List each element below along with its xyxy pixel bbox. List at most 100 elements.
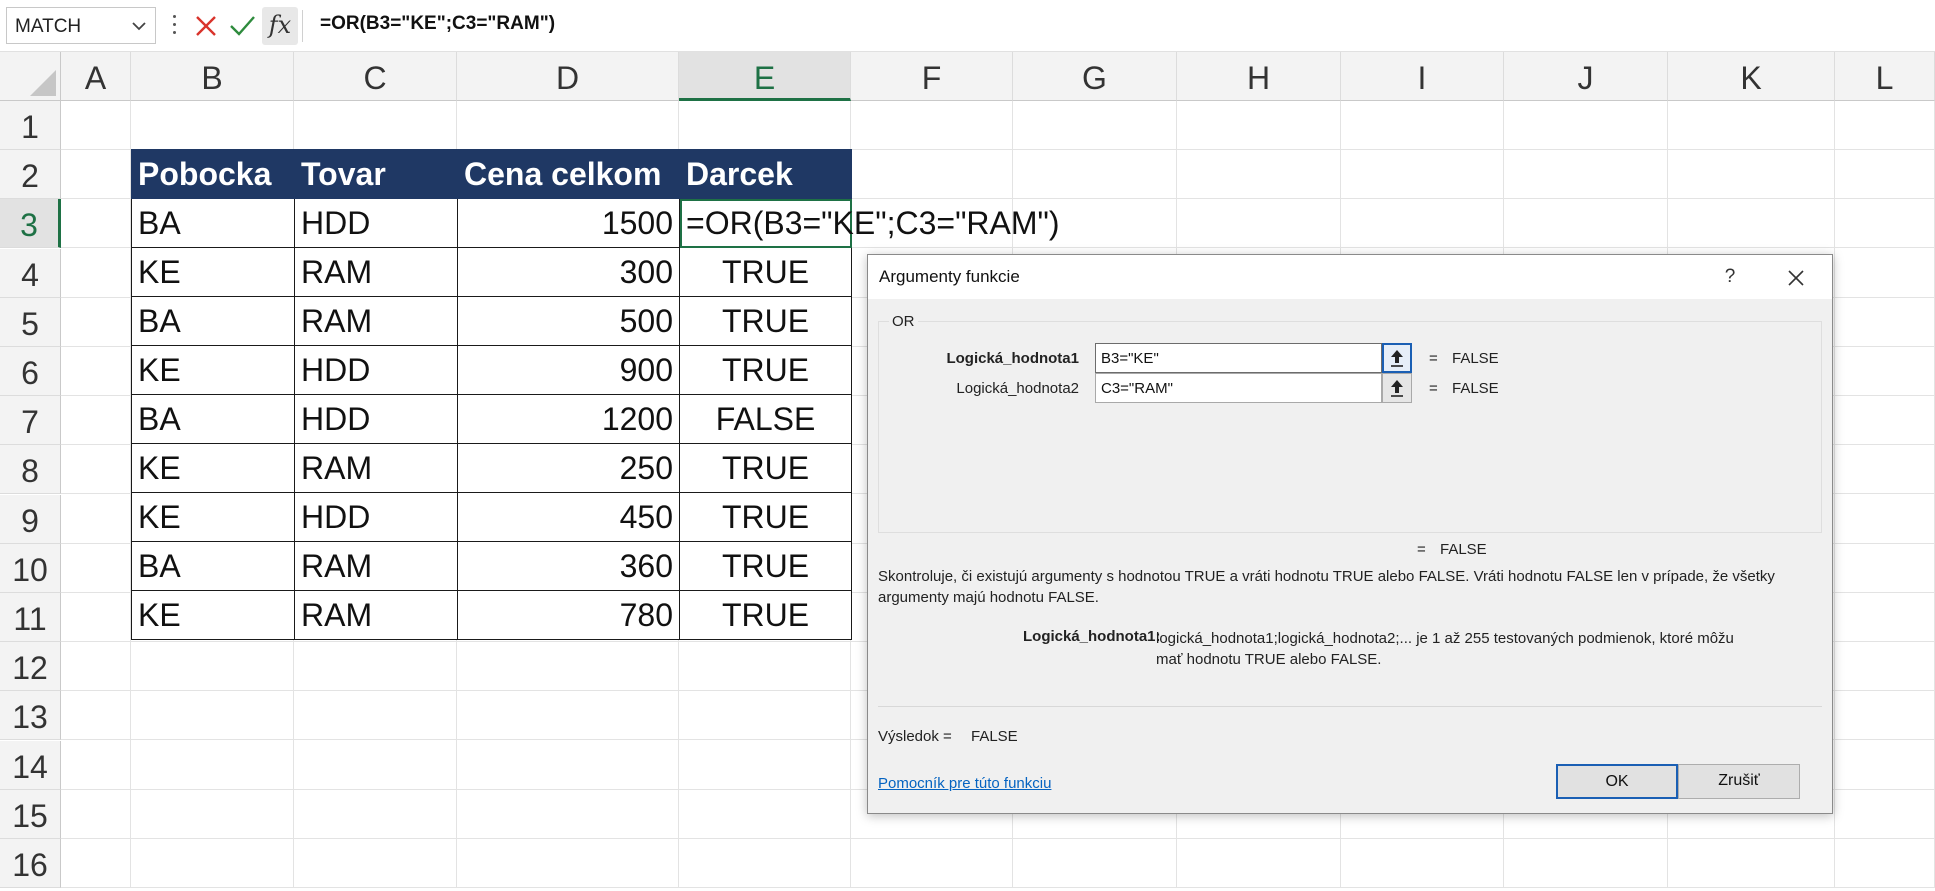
confirm-entry-icon[interactable] <box>227 11 257 41</box>
row-header-4[interactable]: 4 <box>0 248 61 298</box>
row-header-2[interactable]: 2 <box>0 150 61 200</box>
table-cell[interactable]: 360 <box>457 541 680 591</box>
column-header-j[interactable]: J <box>1504 52 1668 101</box>
select-all-corner[interactable] <box>0 52 61 101</box>
table-cell[interactable]: HDD <box>294 394 458 444</box>
row-header-14[interactable]: 14 <box>0 740 61 790</box>
table-row: BA RAM 360 TRUE <box>131 541 852 591</box>
row-header-8[interactable]: 8 <box>0 445 61 495</box>
row-header-10[interactable]: 10 <box>0 543 61 593</box>
table-cell[interactable]: TRUE <box>679 296 852 346</box>
table-cell[interactable]: HDD <box>294 492 458 542</box>
arg2-collapse-button[interactable] <box>1382 373 1412 403</box>
gridline-horizontal <box>61 837 1935 839</box>
row-header-15[interactable]: 15 <box>0 789 61 839</box>
total-result: FALSE <box>1440 541 1487 558</box>
column-header-d[interactable]: D <box>457 52 679 101</box>
function-help-link[interactable]: Pomocník pre túto funkciu <box>878 775 1051 792</box>
total-equals: = <box>1417 541 1426 558</box>
column-header-a[interactable]: A <box>61 52 131 101</box>
row-header-5[interactable]: 5 <box>0 297 61 347</box>
formula-input[interactable]: =OR(B3="KE";C3="RAM") <box>320 13 555 35</box>
table-cell[interactable]: RAM <box>294 247 458 297</box>
table-cell[interactable]: HDD <box>294 345 458 395</box>
table-cell[interactable]: KE <box>131 247 295 297</box>
table-cell[interactable]: TRUE <box>679 541 852 591</box>
table-cell[interactable]: 500 <box>457 296 680 346</box>
row-header-3[interactable]: 3 <box>0 199 61 249</box>
column-header-i[interactable]: I <box>1341 52 1504 101</box>
table-cell[interactable]: 300 <box>457 247 680 297</box>
column-header-k[interactable]: K <box>1668 52 1835 101</box>
table-cell[interactable]: BA <box>131 296 295 346</box>
arg1-collapse-button[interactable] <box>1382 343 1412 373</box>
table-cell[interactable]: HDD <box>294 198 458 248</box>
name-box[interactable]: MATCH <box>6 7 156 44</box>
table-cell[interactable]: TRUE <box>679 590 852 640</box>
insert-function-button[interactable]: fx <box>262 7 298 45</box>
table-cell[interactable]: 780 <box>457 590 680 640</box>
dialog-divider <box>878 706 1822 707</box>
column-header-f[interactable]: F <box>851 52 1013 101</box>
help-icon[interactable]: ? <box>1716 263 1744 291</box>
more-options-icon[interactable] <box>170 10 178 40</box>
chevron-down-icon[interactable] <box>131 20 147 32</box>
table-cell[interactable]: RAM <box>294 590 458 640</box>
table-cell[interactable]: BA <box>131 394 295 444</box>
close-icon[interactable] <box>1781 263 1811 293</box>
table-cell[interactable]: 450 <box>457 492 680 542</box>
table-cell[interactable]: 1500 <box>457 198 680 248</box>
row-header-1[interactable]: 1 <box>0 101 61 150</box>
arg2-label: Logická_hodnota2 <box>956 380 1079 397</box>
column-header-e[interactable]: E <box>679 52 851 101</box>
table-cell[interactable]: TRUE <box>679 247 852 297</box>
header-cena-celkom[interactable]: Cena celkom <box>457 149 680 199</box>
table-cell[interactable]: FALSE <box>679 394 852 444</box>
formula-bar-divider <box>302 10 303 42</box>
table-cell[interactable]: KE <box>131 345 295 395</box>
row-header-7[interactable]: 7 <box>0 396 61 446</box>
column-header-b[interactable]: B <box>131 52 294 101</box>
table-cell[interactable]: BA <box>131 198 295 248</box>
table-cell[interactable]: TRUE <box>679 443 852 493</box>
row-header-16[interactable]: 16 <box>0 839 61 888</box>
row-header-11[interactable]: 11 <box>0 593 61 642</box>
column-header-h[interactable]: H <box>1177 52 1341 101</box>
table-cell[interactable]: RAM <box>294 443 458 493</box>
column-header-g[interactable]: G <box>1013 52 1177 101</box>
table-row: KE HDD 450 TRUE <box>131 492 852 542</box>
column-header-l[interactable]: L <box>1835 52 1935 101</box>
table-cell[interactable]: KE <box>131 492 295 542</box>
row-header-9[interactable]: 9 <box>0 494 61 544</box>
cancel-entry-icon[interactable] <box>191 11 221 41</box>
table-cell[interactable]: 250 <box>457 443 680 493</box>
table-cell[interactable]: KE <box>131 590 295 640</box>
cancel-button[interactable]: Zrušiť <box>1678 764 1800 799</box>
header-darcek[interactable]: Darcek <box>679 149 852 199</box>
table-cell[interactable]: KE <box>131 443 295 493</box>
table-row: KE RAM 780 TRUE <box>131 590 852 640</box>
arg1-input[interactable] <box>1095 343 1382 373</box>
column-header-c[interactable]: C <box>294 52 457 101</box>
row-header-6[interactable]: 6 <box>0 347 61 396</box>
ok-button[interactable]: OK <box>1556 764 1678 799</box>
arg1-result: FALSE <box>1452 350 1499 367</box>
header-tovar[interactable]: Tovar <box>294 149 458 199</box>
function-arguments-dialog: Argumenty funkcie ? Logická_hodnota1 = F… <box>867 254 1833 814</box>
arg2-input[interactable] <box>1095 373 1382 403</box>
table-cell[interactable]: TRUE <box>679 492 852 542</box>
cell-edit-text[interactable]: =OR(B3="KE";C3="RAM") <box>686 205 1060 242</box>
table-cell[interactable]: TRUE <box>679 345 852 395</box>
table-cell[interactable]: RAM <box>294 541 458 591</box>
table-cell[interactable]: BA <box>131 541 295 591</box>
table-header-row: Pobocka Tovar Cena celkom Darcek <box>131 149 852 199</box>
row-header-13[interactable]: 13 <box>0 691 61 741</box>
arg1-label: Logická_hodnota1 <box>946 350 1079 367</box>
result-value: FALSE <box>971 728 1018 745</box>
header-pobocka[interactable]: Pobocka <box>131 149 295 199</box>
table-row: KE HDD 900 TRUE <box>131 345 852 395</box>
table-cell[interactable]: RAM <box>294 296 458 346</box>
row-header-12[interactable]: 12 <box>0 642 61 692</box>
table-cell[interactable]: 1200 <box>457 394 680 444</box>
table-cell[interactable]: 900 <box>457 345 680 395</box>
